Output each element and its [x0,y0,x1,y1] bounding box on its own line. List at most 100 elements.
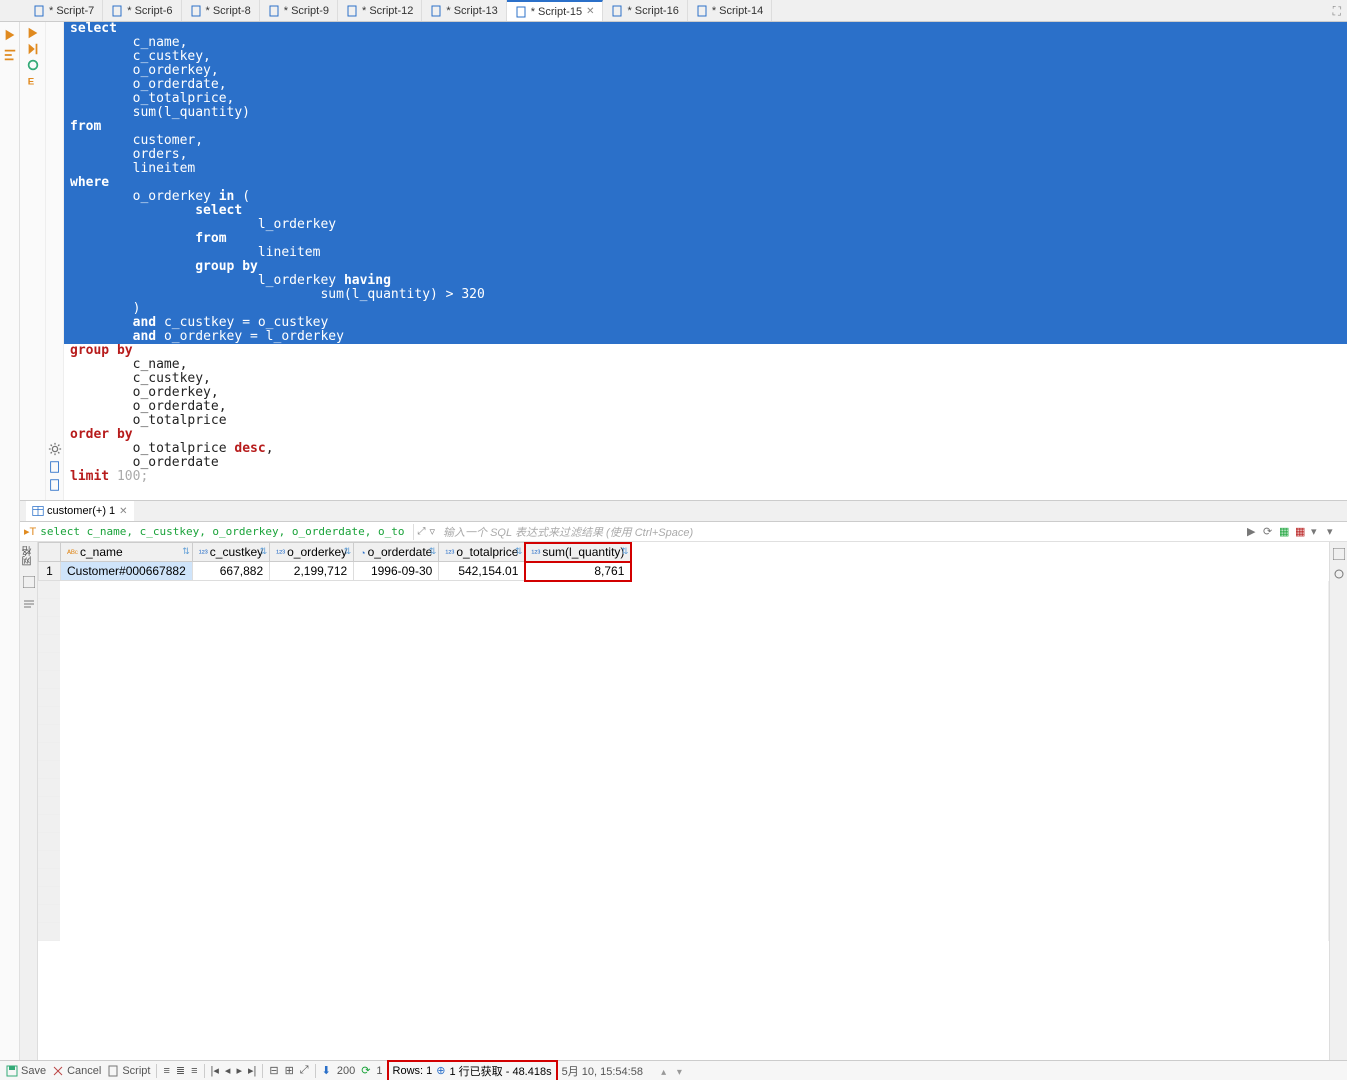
editor-tab[interactable]: * Script-15✕ [507,0,604,21]
dropdown-icon[interactable]: ▾ [1311,525,1325,539]
filter-icon[interactable]: ▿ [426,525,440,538]
editor-run-gutter: E [20,22,46,500]
grid-left-sidebar: 网格 [20,542,38,1060]
editor-tab[interactable]: * Script-7 [25,0,103,21]
rows-count: Rows: 1 [393,1065,433,1077]
play-step-icon[interactable] [26,42,40,56]
refresh-icon[interactable]: ⟳ [361,1064,370,1077]
sash-handle-icon[interactable]: ▴ ▾ [661,1067,686,1078]
table-icon [32,505,44,517]
cell[interactable]: 8,761 [525,562,631,581]
collapse-icon[interactable]: ⊟ [269,1064,278,1077]
maximize-icon[interactable]: ⛶ [1333,4,1341,19]
more-icon[interactable]: ▾ [1327,525,1341,539]
expand-icon[interactable]: ⊞ [285,1064,294,1077]
panel-icon[interactable]: ▦ [1279,525,1293,539]
sql-file-icon [346,5,358,17]
filter-toolbar: ▶ ⟳ ▦ ▦ ▾ ▾ [1241,525,1347,539]
grid-icon[interactable] [23,576,35,588]
save-icon [6,1065,18,1077]
editor-tab[interactable]: * Script-12 [338,0,422,21]
expand-icon[interactable]: ⤢ [418,526,426,537]
result-tab-label: customer(+) 1 [47,505,115,517]
sql-file-icon [111,5,123,17]
editor-tab[interactable]: * Script-16 [603,0,687,21]
prev-icon[interactable]: ◂ [225,1064,231,1077]
outline-icon[interactable] [3,48,17,62]
sql-preview[interactable]: select c_name, c_custkey, o_orderkey, o_… [36,525,408,538]
sort-icon[interactable]: ⇅ [621,546,629,557]
column-header[interactable]: ¹²³o_orderkey⇅ [270,543,354,562]
sort-icon[interactable]: ⇅ [429,546,437,557]
export-icon[interactable]: ⬇ [322,1064,331,1077]
sql-file-icon [190,5,202,17]
save-button[interactable]: Save [6,1065,46,1077]
align2-icon[interactable]: ≣ [176,1064,185,1077]
main-area: E select c_name, c_custkey, o_orderkey, … [0,22,1347,1060]
panels-icon[interactable] [1333,548,1345,560]
doc-icon[interactable] [48,478,62,492]
editor-tab[interactable]: * Script-13 [422,0,506,21]
run-icon[interactable] [3,28,17,42]
cell[interactable]: 2,199,712 [270,562,354,581]
fetch-time: 1 行已获取 - 48.418s [450,1063,552,1079]
expand2-icon[interactable]: ⤢ [300,1064,309,1077]
explain-icon[interactable]: E [26,74,40,88]
results-grid-wrap: 网格 ᴬᴮᶜc_name⇅¹²³c_custkey⇅¹²³o_orderkey⇅… [20,542,1347,1060]
column-header[interactable]: ◔o_orderdate⇅ [354,543,439,562]
doc-icon[interactable] [48,460,62,474]
refresh-count: 1 [376,1065,382,1077]
column-header[interactable]: ¹²³c_custkey⇅ [192,543,269,562]
grid-mode-tab[interactable]: 网格 [21,546,36,566]
close-icon[interactable]: ✕ [119,506,127,517]
result-tab[interactable]: customer(+) 1 ✕ [26,501,134,521]
cancel-button[interactable]: Cancel [52,1065,101,1077]
results-grid[interactable]: ᴬᴮᶜc_name⇅¹²³c_custkey⇅¹²³o_orderkey⇅◔o_… [38,542,1329,1060]
filter-bar: ▸T select c_name, c_custkey, o_orderkey,… [20,522,1347,542]
sql-text-area[interactable]: select c_name, c_custkey, o_orderkey, o_… [64,22,1347,500]
cell[interactable]: 667,882 [192,562,269,581]
sql-file-icon [515,6,527,18]
editor-margin [46,22,64,500]
rownum-header[interactable] [39,543,61,562]
editor-tab[interactable]: * Script-9 [260,0,338,21]
record-icon[interactable] [1333,568,1345,580]
next-icon[interactable]: ▸ [236,1064,242,1077]
cell[interactable]: 1996-09-30 [354,562,439,581]
results-tabs: customer(+) 1 ✕ [20,500,1347,522]
commit-icon[interactable] [26,58,40,72]
column-header[interactable]: ¹²³sum(l_quantity)⇅ [525,543,631,562]
first-icon[interactable]: |◂ [211,1064,219,1077]
editor-tab[interactable]: * Script-8 [182,0,260,21]
align-icon[interactable]: ≡ [163,1065,169,1077]
table-row[interactable]: 1Customer#000667882667,8822,199,7121996-… [39,562,631,581]
sort-icon[interactable]: ⇅ [344,546,352,557]
align3-icon[interactable]: ≡ [191,1065,197,1077]
sql-marker-icon: ▸T [20,525,36,538]
cell[interactable]: 542,154.01 [439,562,525,581]
content-column: E select c_name, c_custkey, o_orderkey, … [20,22,1347,1060]
fetch-status-highlight: Rows: 1 ⊕ 1 行已获取 - 48.418s [389,1062,556,1080]
column-header[interactable]: ᴬᴮᶜc_name⇅ [61,543,193,562]
text-icon[interactable] [23,598,35,610]
gear-icon[interactable] [48,442,62,456]
fetch-size[interactable]: 200 [337,1065,355,1077]
timestamp: 5月 10, 15:54:58 [562,1063,643,1079]
editor-tab[interactable]: * Script-14 [688,0,772,21]
panel2-icon[interactable]: ▦ [1295,525,1309,539]
apply-icon[interactable]: ▶ [1247,525,1261,539]
sort-icon[interactable]: ⇅ [260,546,268,557]
last-icon[interactable]: ▸| [248,1064,256,1077]
editor-tab[interactable]: * Script-6 [103,0,181,21]
close-icon[interactable]: ✕ [586,6,594,17]
rownum-cell[interactable]: 1 [39,562,61,581]
filter-input[interactable]: 输入一个 SQL 表达式来过滤结果 (使用 Ctrl+Space) [439,524,1241,540]
cell[interactable]: Customer#000667882 [61,562,193,581]
script-button[interactable]: Script [107,1065,150,1077]
column-header[interactable]: ¹²³o_totalprice⇅ [439,543,525,562]
sort-icon[interactable]: ⇅ [515,546,523,557]
play-icon[interactable] [26,26,40,40]
refresh-icon[interactable]: ⟳ [1263,525,1277,539]
info-icon: ⊕ [436,1064,445,1077]
sort-icon[interactable]: ⇅ [182,546,190,557]
